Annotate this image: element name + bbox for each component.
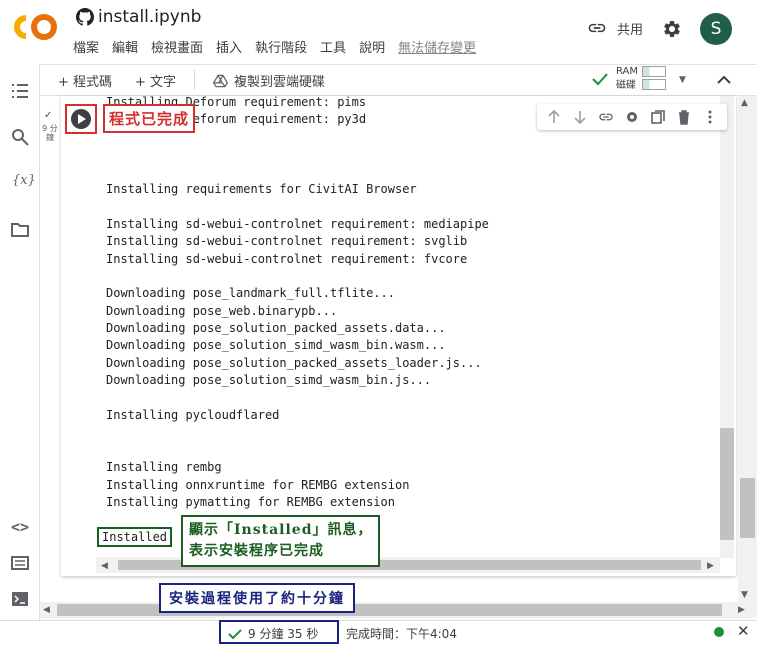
page-scroll-right-arrow-icon[interactable]: ▶	[738, 605, 745, 615]
add-code-button[interactable]: + 程式碼	[58, 71, 112, 90]
output-line: Installing pycloudflared	[106, 408, 280, 423]
collapse-chevron-icon[interactable]	[716, 73, 732, 85]
ram-label: RAM	[616, 66, 639, 77]
menu-file[interactable]: 檔案	[73, 37, 99, 56]
scroll-right-arrow-icon[interactable]: ▶	[707, 561, 714, 571]
share-label: 共用	[617, 22, 644, 38]
output-line: Installing sd-webui-controlnet requireme…	[106, 251, 468, 266]
output-line: Installing sd-webui-controlnet requireme…	[106, 216, 489, 231]
duration-callout: 安裝過程使用了約十分鐘	[159, 583, 355, 613]
left-sidebar	[0, 64, 40, 620]
menu-insert[interactable]: 插入	[216, 37, 242, 56]
share-button[interactable]: 共用	[587, 18, 643, 38]
variables-icon[interactable]: {x}	[12, 173, 36, 188]
colab-logo	[14, 14, 57, 40]
more-options-icon[interactable]	[702, 109, 718, 125]
elapsed-time-highlight	[219, 620, 339, 644]
cell-output: Installing Deforum requirement: pims Inst…	[96, 96, 720, 556]
copy-to-drive-button[interactable]: 複製到雲端硬碟	[213, 71, 325, 90]
cell-settings-gear-icon[interactable]	[624, 109, 640, 125]
finish-time: 完成時間：下午4:04	[346, 627, 457, 641]
connected-check-icon	[592, 73, 608, 86]
page-scroll-down-arrow-icon[interactable]: ▼	[741, 590, 748, 600]
table-of-contents-icon[interactable]	[11, 82, 29, 100]
output-line: Downloading pose_landmark_full.tflite...	[106, 286, 395, 301]
settings-gear-icon[interactable]	[662, 19, 682, 39]
ram-meter	[642, 66, 666, 77]
output-line: Installing sd-webui-controlnet requireme…	[106, 234, 468, 249]
link-icon	[588, 23, 606, 33]
play-icon	[71, 109, 91, 129]
code-snippets-icon[interactable]: <>	[11, 518, 29, 536]
page-scroll-left-arrow-icon[interactable]: ◀	[43, 605, 50, 615]
installed-explanation-callout: 顯示「Installed」訊息， 表示安裝程序已完成	[181, 515, 381, 567]
resource-meters[interactable]	[642, 66, 666, 92]
output-line: Downloading pose_solution_simd_wasm_bin.…	[106, 338, 446, 353]
installed-output-line: Installed	[97, 527, 173, 547]
user-avatar[interactable]: S	[700, 13, 732, 45]
output-line: Downloading pose_solution_simd_wasm_bin.…	[106, 373, 432, 388]
resource-labels: RAM 磁碟	[616, 65, 638, 93]
output-vertical-scroll-thumb[interactable]	[720, 428, 734, 540]
cell-done-check-icon: ✓	[44, 110, 53, 121]
delete-cell-icon[interactable]	[676, 109, 692, 125]
cell-toolbar	[537, 104, 727, 130]
add-text-button[interactable]: + 文字	[135, 71, 176, 90]
cell-execution-time: 9 分鐘	[42, 124, 58, 142]
page-scroll-up-arrow-icon[interactable]: ▲	[741, 98, 748, 108]
move-up-icon[interactable]	[546, 109, 562, 125]
notebook-title[interactable]: install.ipynb	[98, 7, 201, 27]
menu-bar: 檔案 編輯 檢視畫面 插入 執行階段 工具 說明 無法儲存變更	[73, 37, 489, 56]
page-vertical-scroll-thumb[interactable]	[740, 478, 755, 538]
output-line: Installing pymatting for REMBG extension	[106, 494, 395, 509]
output-line: Downloading pose_solution_packed_assets_…	[106, 355, 482, 370]
output-line: Installing requirements for CivitAI Brow…	[106, 181, 417, 196]
copy-to-drive-label: 複製到雲端硬碟	[234, 75, 326, 90]
terminal-icon[interactable]	[11, 590, 29, 608]
installed-note-line-2: 表示安裝程序已完成	[189, 543, 324, 559]
drive-icon	[213, 74, 228, 87]
run-finished-callout: 程式已完成	[103, 104, 196, 133]
page-horizontal-scroll-thumb[interactable]	[57, 604, 722, 616]
menu-help[interactable]: 說明	[359, 37, 385, 56]
search-icon[interactable]	[11, 128, 29, 146]
toolbar-divider	[194, 70, 195, 90]
folder-icon[interactable]	[11, 221, 29, 239]
output-line: Installing onnxruntime for REMBG extensi…	[106, 477, 410, 492]
command-palette-icon[interactable]	[11, 554, 29, 572]
output-line: Downloading pose_solution_packed_assets.…	[106, 321, 446, 336]
close-status-icon[interactable]: ✕	[737, 622, 750, 640]
mirror-cell-icon[interactable]	[650, 109, 666, 125]
github-icon	[76, 8, 94, 26]
output-line: Downloading pose_web.binarypb...	[106, 303, 338, 318]
menu-view[interactable]: 檢視畫面	[151, 37, 203, 56]
menu-edit[interactable]: 編輯	[112, 37, 138, 56]
resource-dropdown-icon[interactable]: ▼	[679, 75, 686, 85]
link-cell-icon[interactable]	[598, 109, 614, 125]
scroll-left-arrow-icon[interactable]: ◀	[101, 561, 108, 571]
move-down-icon[interactable]	[572, 109, 588, 125]
installed-note-line-1: 顯示「Installed」訊息，	[189, 522, 373, 538]
runtime-status-dot	[714, 627, 724, 637]
unsaved-changes-link[interactable]: 無法儲存變更	[398, 37, 476, 56]
disk-meter	[642, 79, 666, 90]
disk-label: 磁碟	[616, 80, 636, 91]
run-cell-button[interactable]	[65, 104, 97, 134]
menu-runtime[interactable]: 執行階段	[255, 37, 307, 56]
menu-tools[interactable]: 工具	[320, 37, 346, 56]
output-line: Installing rembg	[106, 460, 222, 475]
